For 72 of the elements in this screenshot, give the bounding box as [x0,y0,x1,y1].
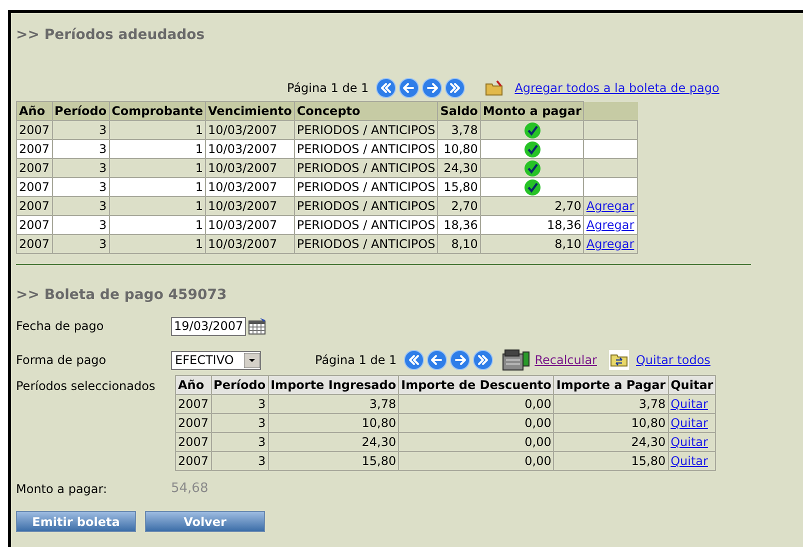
table-cell: 8,10 [438,234,480,254]
calendar-icon[interactable] [248,317,266,335]
column-header: Vencimiento [206,102,294,120]
page-indicator: Página 1 de 1 [315,352,397,369]
column-header: Importe Ingresado [268,376,399,394]
table-cell: 0,00 [398,452,554,470]
payment-method-dropdown[interactable]: EFECTIVO [171,350,261,370]
add-all-link[interactable]: Agregar todos a la boleta de pago [514,79,720,97]
table-cell: 8,10 [480,234,584,254]
previous-page-button[interactable] [426,350,447,370]
column-header: Monto a pagar [480,102,584,120]
check-icon [524,160,541,176]
total-label: Monto a pagar: [16,481,108,498]
table-cell: 2007 [176,452,212,470]
column-header: Período [211,376,268,394]
dropdown-arrow-icon [244,352,260,368]
total-amount: 54,68 [171,480,208,498]
column-header: Quitar [668,376,716,394]
table-cell: 15,80 [268,452,399,470]
table-cell: 24,30 [268,432,399,452]
section-title: >> Períodos adeudados [16,26,206,45]
table-cell: 10,80 [268,414,399,432]
table-cell: 2007 [176,432,212,452]
recalculate-link[interactable]: Recalcular [534,351,597,369]
section-title: >> Boleta de pago 459073 [16,286,228,305]
table-cell: 2007 [176,394,212,414]
table-cell: 0,00 [398,432,554,452]
check-icon [524,140,541,158]
date-field[interactable]: 19/03/2007 [171,316,246,336]
table-cell: 10,80 [554,414,668,432]
column-header: Año [16,102,52,120]
next-page-button[interactable] [450,350,470,370]
add-link[interactable]: Agregar [586,218,634,232]
field-label: Forma de pago [16,352,108,369]
folder-icon [608,350,629,370]
check-icon [524,122,541,138]
table-cell: 3,78 [268,394,399,414]
column-header: Comprobante [109,102,206,120]
table-cell: 0,00 [398,394,554,414]
remove-all-link[interactable]: Quitar todos [636,351,710,369]
last-page-button[interactable] [472,350,493,370]
column-header: Importe a Pagar [554,376,668,394]
table-cell: 24,30 [554,432,668,452]
column-header: Año [176,376,212,394]
folder-icon [484,80,503,96]
table-cell: 2007 [176,414,212,432]
table-cell: 3 [211,394,268,414]
first-page-button[interactable] [404,350,424,370]
add-link[interactable]: Agregar [586,199,634,213]
table-cell: 3 [211,432,268,452]
cash-register-icon [500,348,531,372]
table-cell: 2007 [16,234,52,254]
table-cell: 3,78 [554,394,668,414]
previous-page-button[interactable] [398,78,419,98]
column-header: Concepto [294,102,438,120]
table-cell: 3 [52,234,110,254]
page-indicator: Página 1 de 1 [287,80,369,97]
add-link[interactable]: Agregar [586,237,634,251]
table-cell: 15,80 [554,452,668,470]
table-cell: 3 [211,414,268,432]
field-label: Fecha de pago [16,318,105,335]
table-cell: 1 [109,234,206,254]
table-cell: 3 [211,452,268,470]
next-page-button[interactable] [422,78,442,98]
table-cell: 10/03/2007 [206,234,294,254]
field-label: Períodos seleccionados [16,378,156,395]
first-page-button[interactable] [376,78,396,98]
table-cell: PERIODOS / ANTICIPOS [294,234,438,254]
last-page-button[interactable] [444,78,465,98]
column-header: Importe de Descuento [398,376,554,394]
check-icon [524,178,541,196]
table-cell: 0,00 [398,414,554,432]
